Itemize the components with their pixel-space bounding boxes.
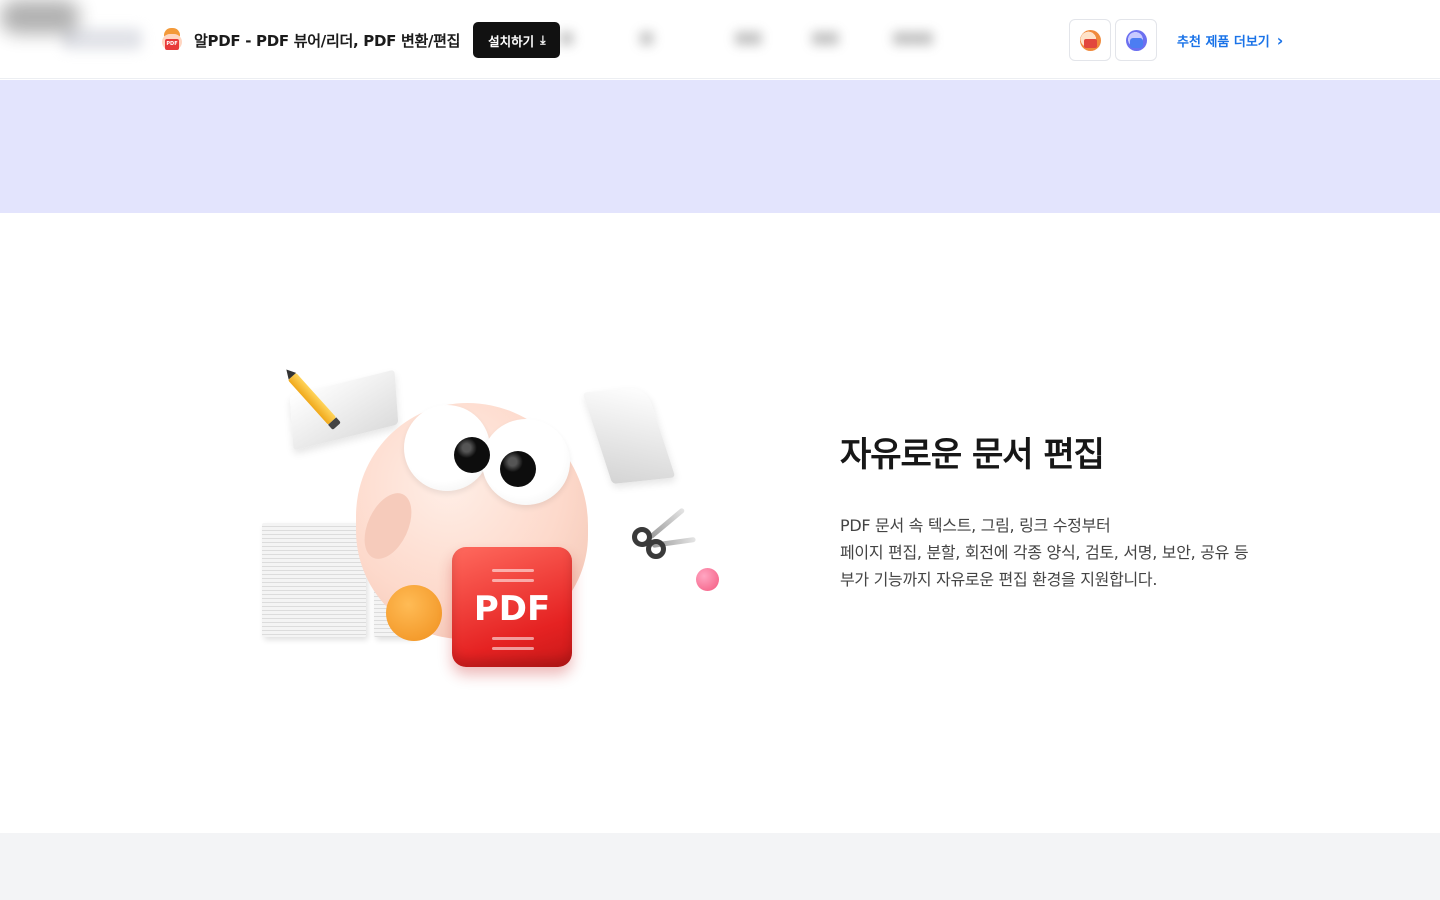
flying-paper-icon — [582, 386, 676, 484]
top-bar: ■ ■ ■■ ■■ ■■■ PDF 알PDF - PDF 뷰어/리더, PDF … — [0, 0, 1440, 79]
pdf-badge-label: PDF — [473, 589, 551, 629]
app-promo: PDF 알PDF - PDF 뷰어/리더, PDF 변환/편집 설치하기 ⤓ — [160, 22, 560, 58]
feature-description-line: 페이지 편집, 분할, 회전에 각종 양식, 검토, 서명, 보안, 공유 등 — [840, 543, 1249, 562]
mascot-foot — [386, 585, 442, 641]
recommended-app-1-icon[interactable] — [1069, 19, 1111, 61]
app-promo-title: 알PDF - PDF 뷰어/리더, PDF 변환/편집 — [194, 31, 461, 50]
feature-description-line: PDF 문서 속 텍스트, 그림, 링크 수정부터 — [840, 516, 1111, 535]
more-products-label: 추천 제품 더보기 — [1177, 34, 1270, 50]
blurred-nav-item: ■■ — [735, 30, 762, 46]
feature-text: 자유로운 문서 편집 PDF 문서 속 텍스트, 그림, 링크 수정부터 페이지… — [840, 427, 1320, 593]
next-section-band — [0, 833, 1440, 900]
pink-ball-icon — [696, 568, 719, 591]
blurred-nav-item: ■ — [560, 30, 574, 46]
flying-paper-icon — [289, 369, 399, 451]
document-editing-illustration: PDF — [250, 363, 730, 683]
recommended-products: 추천 제품 더보기 › — [1069, 19, 1283, 61]
scissors-icon — [632, 507, 696, 565]
feature-description-line: 부가 기능까지 자유로운 편집 환경을 지원합니다. — [840, 570, 1158, 589]
feature-section: PDF 자유로운 문서 편집 PDF 문서 속 텍스트, 그림, 링크 수정부터… — [0, 213, 1440, 833]
download-icon: ⤓ — [540, 32, 546, 47]
mascot-pupil — [500, 451, 536, 487]
mascot-pupil — [454, 437, 490, 473]
paper-stack-icon — [262, 523, 366, 637]
blurred-login-button — [0, 0, 80, 34]
feature-title: 자유로운 문서 편집 — [840, 435, 1105, 475]
more-products-link[interactable]: 추천 제품 더보기 › — [1177, 31, 1283, 50]
pdf-badge: PDF — [452, 547, 572, 667]
feature-description: PDF 문서 속 텍스트, 그림, 링크 수정부터 페이지 편집, 분할, 회전… — [840, 512, 1320, 593]
chevron-right-icon: › — [1276, 30, 1284, 50]
blurred-nav-item: ■■ — [812, 30, 839, 46]
install-button[interactable]: 설치하기 ⤓ — [473, 22, 560, 58]
alpdf-app-icon: PDF — [160, 28, 184, 52]
hero-banner — [0, 80, 1440, 213]
blurred-nav-item: ■ — [640, 30, 654, 46]
blurred-nav-item: ■■■ — [893, 30, 933, 46]
blurred-site-logo — [62, 28, 142, 50]
recommended-app-2-icon[interactable] — [1115, 19, 1157, 61]
install-button-label: 설치하기 — [488, 33, 535, 49]
